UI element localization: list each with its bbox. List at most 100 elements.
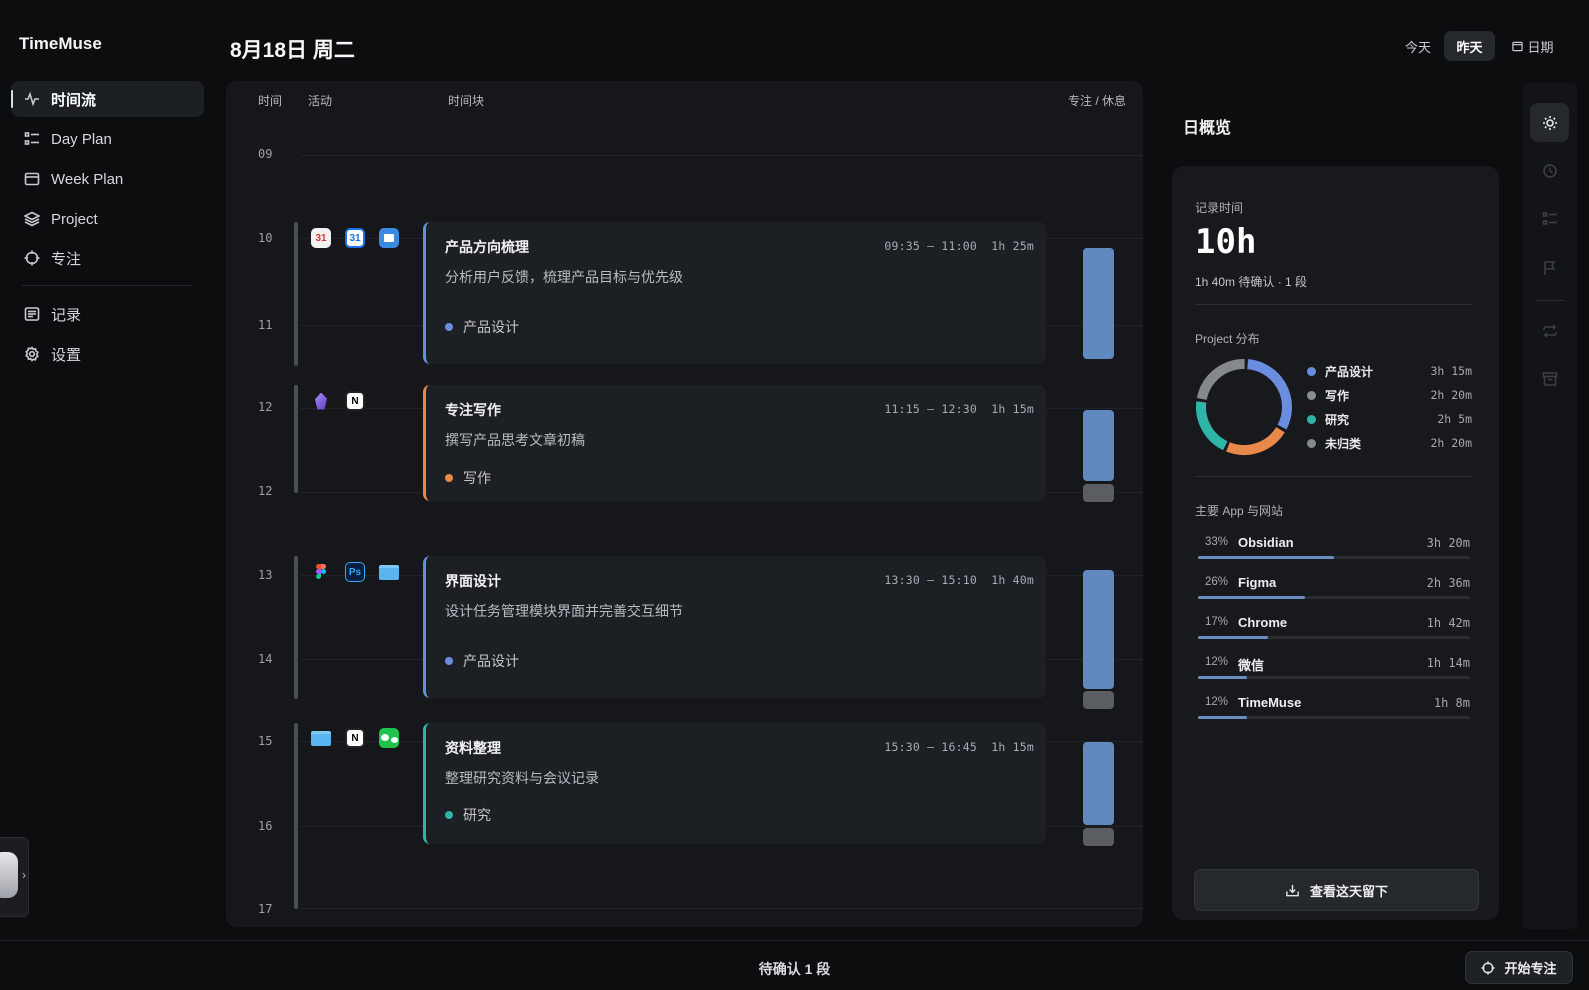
sidebar-item-label: Week Plan bbox=[51, 170, 124, 188]
column-header-blocks: 时间块 bbox=[448, 94, 485, 108]
time-block[interactable]: 专注写作 11:15 – 12:30 1h 15m 撰写产品思考文章初稿 写作 bbox=[423, 385, 1046, 501]
hour-label: 17 bbox=[258, 902, 273, 916]
yesterday-button[interactable]: 昨天 bbox=[1444, 31, 1495, 61]
avatar bbox=[0, 852, 18, 898]
google-calendar-icon[interactable]: 31 bbox=[345, 228, 365, 248]
photoshop-icon[interactable]: Ps bbox=[345, 562, 365, 582]
block-title: 资料整理 bbox=[445, 740, 501, 756]
focus-bar[interactable] bbox=[1083, 248, 1114, 359]
legend-item: 研究 2h 5m bbox=[1307, 410, 1472, 428]
notion-icon[interactable]: N bbox=[345, 728, 365, 748]
preview-icon[interactable] bbox=[379, 228, 399, 248]
calendar-icon bbox=[23, 170, 41, 188]
view-day-summary-button[interactable]: 查看这天留下 bbox=[1194, 869, 1479, 911]
sun-icon bbox=[1542, 115, 1557, 130]
sidebar-item-settings[interactable]: 设置 bbox=[11, 336, 204, 372]
usage-fill bbox=[1198, 556, 1334, 559]
hour-label: 14 bbox=[258, 652, 273, 666]
obsidian-icon[interactable] bbox=[311, 391, 331, 411]
time-block[interactable]: 界面设计 13:30 – 15:10 1h 40m 设计任务管理模块界面并完善交… bbox=[423, 556, 1046, 698]
wechat-icon[interactable] bbox=[379, 728, 399, 748]
sidebar-item-week-plan[interactable]: Week Plan bbox=[11, 161, 204, 197]
chevron-right-icon: › bbox=[22, 868, 26, 882]
today-button[interactable]: 今天 bbox=[1396, 31, 1440, 61]
sidebar-item-label: 设置 bbox=[51, 346, 82, 364]
usage-fill bbox=[1198, 716, 1248, 719]
block-time: 11:15 – 12:30 1h 15m bbox=[884, 402, 1034, 416]
checklist-rail-button[interactable] bbox=[1530, 199, 1569, 238]
recorded-subtext: 1h 40m 待确认 · 1 段 bbox=[1195, 275, 1308, 289]
time-block[interactable]: 资料整理 15:30 – 16:45 1h 15m 整理研究资料与会议记录 研究 bbox=[423, 723, 1046, 844]
notion-icon[interactable]: N bbox=[345, 391, 365, 411]
sidebar-item-label: 记录 bbox=[51, 306, 82, 324]
donut-slice bbox=[1226, 426, 1285, 455]
usage-fill bbox=[1198, 636, 1269, 639]
overview-rail-button[interactable] bbox=[1530, 103, 1569, 142]
gear-icon bbox=[23, 345, 41, 363]
repeat-rail-button[interactable] bbox=[1530, 311, 1569, 350]
block-description: 撰写产品思考文章初稿 bbox=[445, 432, 585, 448]
project-distribution-label: Project 分布 bbox=[1195, 332, 1260, 346]
block-tag: 产品设计 bbox=[445, 651, 519, 671]
recorded-label: 记录时间 bbox=[1195, 201, 1244, 215]
hour-gridline bbox=[300, 155, 1143, 156]
start-focus-button[interactable]: 开始专注 bbox=[1465, 951, 1573, 984]
history-rail-button[interactable] bbox=[1530, 151, 1569, 190]
archive-rail-button[interactable] bbox=[1530, 359, 1569, 398]
block-title: 界面设计 bbox=[445, 573, 501, 589]
hour-label: 16 bbox=[258, 819, 273, 833]
block-tag: 写作 bbox=[445, 468, 491, 488]
sidebar-item-records[interactable]: 记录 bbox=[11, 296, 204, 332]
donut-slice bbox=[1196, 359, 1245, 401]
sidebar-item-project[interactable]: Project bbox=[11, 201, 204, 237]
column-header-time: 时间 bbox=[258, 94, 283, 108]
block-description: 分析用户反馈，梳理产品目标与优先级 bbox=[445, 269, 683, 285]
legend-dot bbox=[1307, 366, 1316, 376]
flag-rail-button[interactable] bbox=[1530, 248, 1569, 287]
sidebar-item-label: 专注 bbox=[51, 250, 82, 268]
app-window: TimeMuse 时间流 Day Plan Week Plan Project … bbox=[0, 0, 1589, 990]
flag-icon bbox=[1543, 260, 1555, 275]
focus-bar[interactable] bbox=[1083, 570, 1114, 689]
sidebar-item-focus[interactable]: 专注 bbox=[11, 240, 204, 276]
time-block[interactable]: 产品方向梳理 09:35 – 11:00 1h 25m 分析用户反馈，梳理产品目… bbox=[423, 222, 1046, 364]
calendar-app-icon[interactable]: 31 bbox=[311, 228, 331, 248]
overview-title: 日概览 bbox=[1183, 120, 1232, 137]
block-time: 15:30 – 16:45 1h 15m bbox=[884, 740, 1034, 754]
figma-icon[interactable] bbox=[311, 562, 331, 582]
hour-label: 11 bbox=[258, 318, 273, 332]
legend-item: 未归类 2h 20m bbox=[1307, 434, 1472, 452]
tag-dot bbox=[445, 811, 453, 819]
pending-confirm-status[interactable]: 待确认 1 段 bbox=[0, 959, 1589, 979]
rest-bar[interactable] bbox=[1083, 691, 1114, 709]
folder-icon[interactable] bbox=[379, 562, 399, 582]
calendar-small-icon bbox=[1512, 41, 1524, 51]
block-description: 设计任务管理模块界面并完善交互细节 bbox=[445, 603, 683, 619]
project-donut-chart bbox=[1196, 359, 1292, 455]
app-logo: TimeMuse bbox=[19, 34, 102, 53]
rest-bar[interactable] bbox=[1083, 484, 1114, 502]
list-icon bbox=[23, 130, 41, 148]
column-header-focus: 专注 / 休息 bbox=[1068, 94, 1127, 108]
activity-track bbox=[294, 385, 298, 493]
folder-icon[interactable] bbox=[311, 728, 331, 748]
column-header-activity: 活动 bbox=[308, 94, 333, 108]
rest-bar[interactable] bbox=[1083, 828, 1114, 846]
user-avatar-tab[interactable]: › bbox=[0, 837, 29, 917]
legend-dot bbox=[1307, 438, 1316, 448]
checklist-icon bbox=[1542, 211, 1557, 225]
hour-gridline bbox=[300, 908, 1143, 909]
block-description: 整理研究资料与会议记录 bbox=[445, 770, 599, 786]
date-picker-button[interactable]: 日期 bbox=[1505, 31, 1561, 61]
top-apps-label: 主要 App 与网站 bbox=[1195, 504, 1284, 518]
sidebar-item-timeflow[interactable]: 时间流 bbox=[11, 81, 204, 117]
divider bbox=[1195, 304, 1472, 305]
date-picker-label: 日期 bbox=[1527, 39, 1554, 55]
focus-bar[interactable] bbox=[1083, 742, 1114, 825]
tag-dot bbox=[445, 323, 453, 331]
sidebar-item-day-plan[interactable]: Day Plan bbox=[11, 121, 204, 157]
block-time: 13:30 – 15:10 1h 40m bbox=[884, 573, 1034, 587]
repeat-icon bbox=[1542, 323, 1557, 338]
hour-label: 10 bbox=[258, 231, 273, 245]
focus-bar[interactable] bbox=[1083, 410, 1114, 481]
